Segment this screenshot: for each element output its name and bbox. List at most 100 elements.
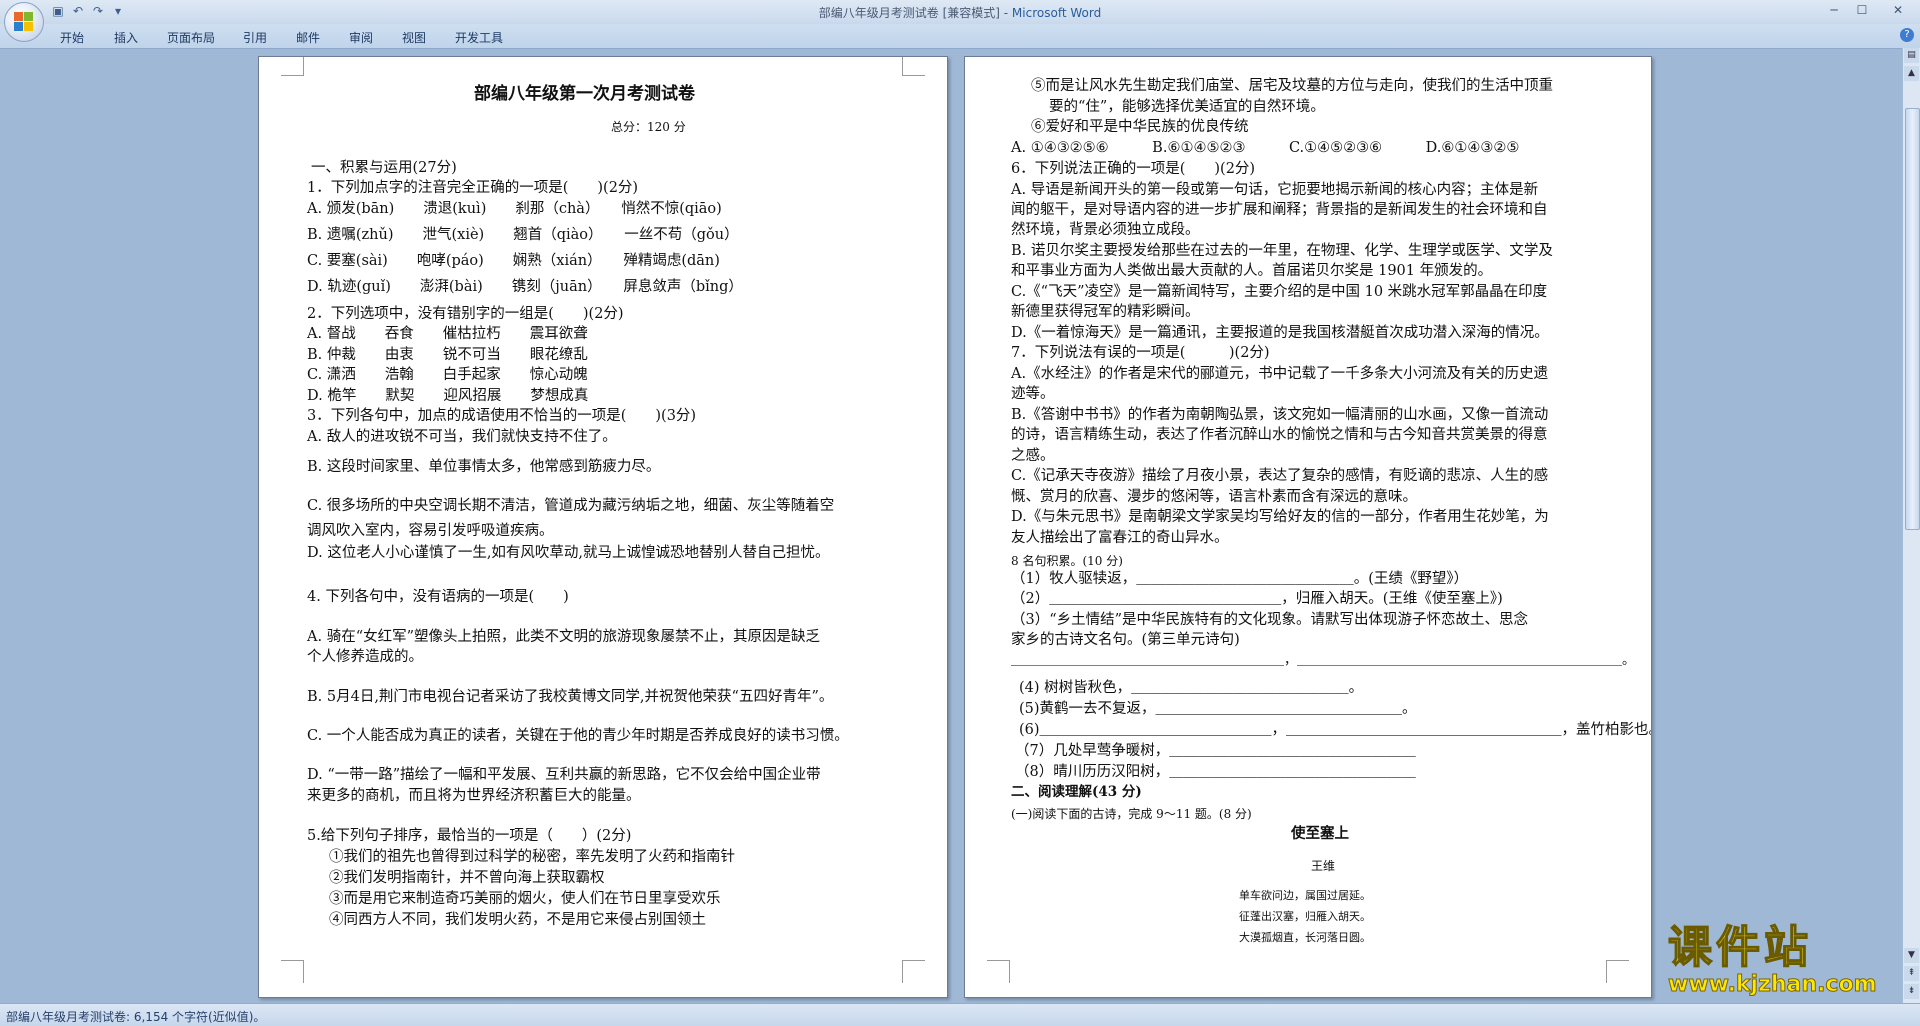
tab-insert[interactable]: 插入 — [114, 29, 138, 46]
option-line: D. 轨迹(guǐ) 澎湃(bài) 镌刻（juān） 屏息敛声（bǐng） — [307, 279, 743, 295]
question-8: 8 名句积累。(10 分) — [1011, 554, 1123, 568]
vertical-scrollbar[interactable]: ▤ ▲ ▼ ⇞ ⇟ — [1902, 48, 1920, 1003]
option-line: 调风吹入室内，容易引发呼吸道疾病。 — [307, 523, 554, 539]
option-line: 和平事业方面为人类做出最大贡献的人。首届诺贝尔奖是 1901 年颁发的。 — [1011, 263, 1493, 279]
fill-blank-line: (4) 树树皆秋色，＿＿＿＿＿＿＿＿＿＿＿＿＿＿＿。 — [1019, 680, 1364, 696]
reading-instruction: (一)阅读下面的古诗，完成 9～11 题。(8 分) — [1011, 807, 1252, 821]
option-line: D. 这位老人小心谨慎了一生,如有风吹草动,就马上诚惶诚恐地替别人替自己担忧。 — [307, 545, 830, 561]
margin-corner-mark — [987, 960, 1010, 983]
sentence-line: ⑥爱好和平是中华民族的优良传统 — [1031, 119, 1249, 135]
help-icon[interactable]: ? — [1900, 28, 1914, 42]
fill-blank-line: （8）晴川历历汉阳树，＿＿＿＿＿＿＿＿＿＿＿＿＿＿＿＿＿ — [1015, 764, 1416, 780]
question-6: 6．下列说法正确的一项是( )(2分) — [1011, 161, 1256, 177]
close-icon[interactable]: ✕ — [1876, 0, 1920, 20]
document-page-2[interactable]: ⑤而是让风水先生勘定我们庙堂、居宅及坟墓的方位与走向，使我们的生活中顶重 要的“… — [964, 56, 1652, 998]
question-3: 3．下列各句中，加点的成语使用不恰当的一项是( )(3分) — [307, 408, 697, 424]
question-2: 2．下列选项中，没有错别字的一组是( )(2分) — [307, 306, 624, 322]
margin-corner-mark — [281, 57, 304, 76]
option-line: A. 导语是新闻开头的第一段或第一句话，它扼要地揭示新闻的核心内容；主体是新 — [1011, 182, 1539, 198]
section-heading: 一、积累与运用(27分) — [311, 160, 457, 176]
minimize-icon[interactable]: ─ — [1820, 0, 1848, 20]
fill-blank-line: ＿＿＿＿＿＿＿＿＿＿＿＿＿＿＿＿＿＿＿＿＿，＿＿＿＿＿＿＿＿＿＿＿＿＿＿＿＿＿＿… — [1011, 653, 1636, 668]
tab-page-layout[interactable]: 页面布局 — [167, 29, 215, 46]
question-4: 4. 下列各句中，没有语病的一项是( ) — [307, 589, 569, 605]
option-line: 迹等。 — [1011, 386, 1055, 402]
window-controls: ─ ☐ ✕ — [1820, 0, 1920, 20]
option-line: C.《记承天寺夜游》描绘了月夜小景，表达了复杂的感情，有贬谪的悲凉、人生的感 — [1011, 468, 1549, 484]
watermark-title: 课件站 — [1667, 922, 1812, 973]
option-line: C.《“飞天”凌空》是一篇新闻特写，主要介绍的是中国 10 米跳水冠军郭晶晶在印… — [1011, 284, 1548, 300]
option-line: B. 遗嘱(zhǔ) 泄气(xiè) 翘首（qiào） 一丝不苟（gǒu） — [307, 227, 739, 243]
option-line: B. 诺贝尔奖主要授发给那些在过去的一年里，在物理、化学、生理学或医学、文学及 — [1011, 243, 1553, 259]
option-line: A.《水经注》的作者是宋代的郦道元，书中记载了一千多条大小河流及有关的历史遗 — [1011, 366, 1549, 382]
option-line: A. 敌人的进攻锐不可当，我们就快支持不住了。 — [307, 429, 617, 445]
option-line: 然环境，背景必须独立成段。 — [1011, 222, 1200, 238]
option-line: 的诗，语言精练生动，表达了作者沉醉山水的愉悦之情和与古今知音共赏美景的得意 — [1011, 427, 1548, 443]
option-line: A. 颁发(bān) 溃退(kuì) 刹那（chà） 悄然不惊(qiāo) — [307, 201, 722, 217]
option-line: 个人修养造成的。 — [307, 649, 423, 665]
option-line: A. 骑在“女红军”塑像头上拍照，此类不文明的旅游现象屡禁不止，其原因是缺乏 — [307, 629, 821, 645]
poem-line: 大漠孤烟直，长河落日圆。 — [1239, 931, 1371, 944]
sentence-line: ④同西方人不同，我们发明火药，不是用它来侵占别国领土 — [329, 912, 706, 928]
ruler-toggle-icon[interactable]: ▤ — [1904, 48, 1919, 63]
tab-review[interactable]: 审阅 — [349, 29, 373, 46]
poem-author: 王维 — [1311, 859, 1336, 873]
watermark-logo: 课件站 www.kjzhan.com — [1667, 922, 1908, 998]
margin-corner-mark — [1606, 960, 1629, 983]
margin-corner-mark — [281, 960, 304, 983]
sentence-line: 要的“住”，能够选择优美适宜的自然环境。 — [1049, 99, 1325, 115]
total-score: 总分：120 分 — [611, 120, 686, 134]
option-line: C. 一个人能否成为真正的读者，关键在于他的青少年时期是否养成良好的读书习惯。 — [307, 728, 849, 744]
option-line: D.《一着惊海天》是一篇通讯，主要报道的是我国核潜艇首次成功潜入深海的情况。 — [1011, 325, 1549, 341]
option-line: D. “一带一路”描绘了一幅和平发展、互利共赢的新思路，它不仅会给中国企业带 — [307, 767, 821, 783]
option-line: 闻的躯干，是对导语内容的进一步扩展和阐释；背景指的是新闻发生的社会环境和自 — [1011, 202, 1548, 218]
option-line: 之感。 — [1011, 448, 1055, 464]
question-7: 7．下列说法有误的一项是( )(2分) — [1011, 345, 1270, 361]
office-button[interactable] — [4, 2, 44, 42]
maximize-icon[interactable]: ☐ — [1848, 0, 1876, 20]
scrollbar-thumb[interactable] — [1905, 108, 1920, 530]
document-page-1[interactable]: 部编八年级第一次月考测试卷 总分：120 分 一、积累与运用(27分) 1．下列… — [258, 56, 948, 998]
option-line: C. 要塞(sài) 咆哮(páo) 娴熟（xián） 殚精竭虑(dān) — [307, 253, 720, 269]
question-5: 5.给下列句子排序，最恰当的一项是（ ）(2分) — [307, 828, 632, 844]
question-1: 1．下列加点字的注音完全正确的一项是( )(2分) — [307, 180, 639, 196]
option-line: 新德里获得冠军的精彩瞬间。 — [1011, 304, 1200, 320]
sentence-line: ③而是用它来制造奇巧美丽的烟火，使人们在节日里享受欢乐 — [329, 891, 721, 907]
option-line: B. 这段时间家里、单位事情太多，他常感到筋疲力尽。 — [307, 459, 661, 475]
sentence-line: ②我们发明指南针，并不曾向海上获取霸权 — [329, 870, 605, 886]
tab-mailings[interactable]: 邮件 — [296, 29, 320, 46]
scroll-up-icon[interactable]: ▲ — [1904, 66, 1919, 81]
option-line: D.《与朱元思书》是南朝梁文学家吴均写给好友的信的一部分，作者用生花妙笔，为 — [1011, 509, 1549, 525]
section-heading: 二、阅读理解(43 分) — [1011, 784, 1142, 800]
option-line: D. 桅竿 默契 迎风招展 梦想成真 — [307, 388, 589, 404]
status-bar: 部编八年级月考测试卷: 6,154 个字符(近似值)。 — [0, 1003, 1920, 1026]
option-line: B. 仲裁 由衷 锐不可当 眼花缭乱 — [307, 347, 588, 363]
fill-blank-line: （1）牧人驱犊返，＿＿＿＿＿＿＿＿＿＿＿＿＿＿＿。(王绩《野望》） — [1011, 571, 1469, 587]
fill-blank-line: (5)黄鹤一去不复返，＿＿＿＿＿＿＿＿＿＿＿＿＿＿＿＿＿。 — [1019, 701, 1417, 717]
option-line: 友人描绘出了富春江的奇山异水。 — [1011, 530, 1229, 546]
option-line: B. 5月4日,荆门市电视台记者采访了我校黄博文同学,并祝贺他荣获“五四好青年”… — [307, 689, 834, 705]
option-line: 来更多的商机，而且将为世界经济积蓄巨大的能量。 — [307, 788, 641, 804]
margin-corner-mark — [902, 960, 925, 983]
window-title: 部编八年级月考测试卷 [兼容模式] - Microsoft Word — [0, 4, 1920, 21]
option-line: C. 潇洒 浩翰 白手起家 惊心动魄 — [307, 367, 588, 383]
option-line: C. 很多场所的中央空调长期不清洁，管道成为藏污纳垢之地，细菌、灰尘等随着空 — [307, 498, 835, 514]
option-line: 慨、赏月的欣喜、漫步的悠闲等，语言朴素而含有深远的意味。 — [1011, 489, 1417, 505]
tab-home[interactable]: 开始 — [60, 29, 84, 46]
poem-title: 使至塞上 — [1291, 825, 1349, 842]
office-logo-icon — [14, 12, 34, 32]
tab-developer[interactable]: 开发工具 — [455, 29, 503, 46]
tab-view[interactable]: 视图 — [402, 29, 426, 46]
option-line: A. ①④③②⑤⑥ B.⑥①④⑤②③ C.①④⑤②③⑥ D.⑥①④③②⑤ — [1011, 140, 1520, 156]
option-line: B.《答谢中书书》的作者为南朝陶弘景，该文宛如一幅清丽的山水画，又像一首流动 — [1011, 407, 1549, 423]
fill-blank-line: （2）＿＿＿＿＿＿＿＿＿＿＿＿＿＿＿＿，归雁入胡天。(王维《使至塞上》) — [1011, 591, 1503, 607]
ribbon-tabs: 开始 插入 页面布局 引用 邮件 审阅 视图 开发工具 ? — [0, 24, 1920, 49]
fill-blank-line: （7）几处早莺争暖树，＿＿＿＿＿＿＿＿＿＿＿＿＿＿＿＿＿ — [1015, 743, 1416, 759]
document-title: 部编八年级月考测试卷 [兼容模式] - — [818, 6, 1012, 20]
option-line: A. 督战 吞食 催枯拉朽 震耳欲聋 — [307, 326, 588, 342]
app-name: Microsoft Word — [1011, 6, 1102, 20]
tab-references[interactable]: 引用 — [243, 29, 267, 46]
status-text: 部编八年级月考测试卷: 6,154 个字符(近似值)。 — [6, 1010, 266, 1024]
title-bar: ▣ ↶ ↷ ▾ 部编八年级月考测试卷 [兼容模式] - Microsoft Wo… — [0, 0, 1920, 24]
poem-line: 征蓬出汉塞，归雁入胡天。 — [1239, 910, 1371, 923]
